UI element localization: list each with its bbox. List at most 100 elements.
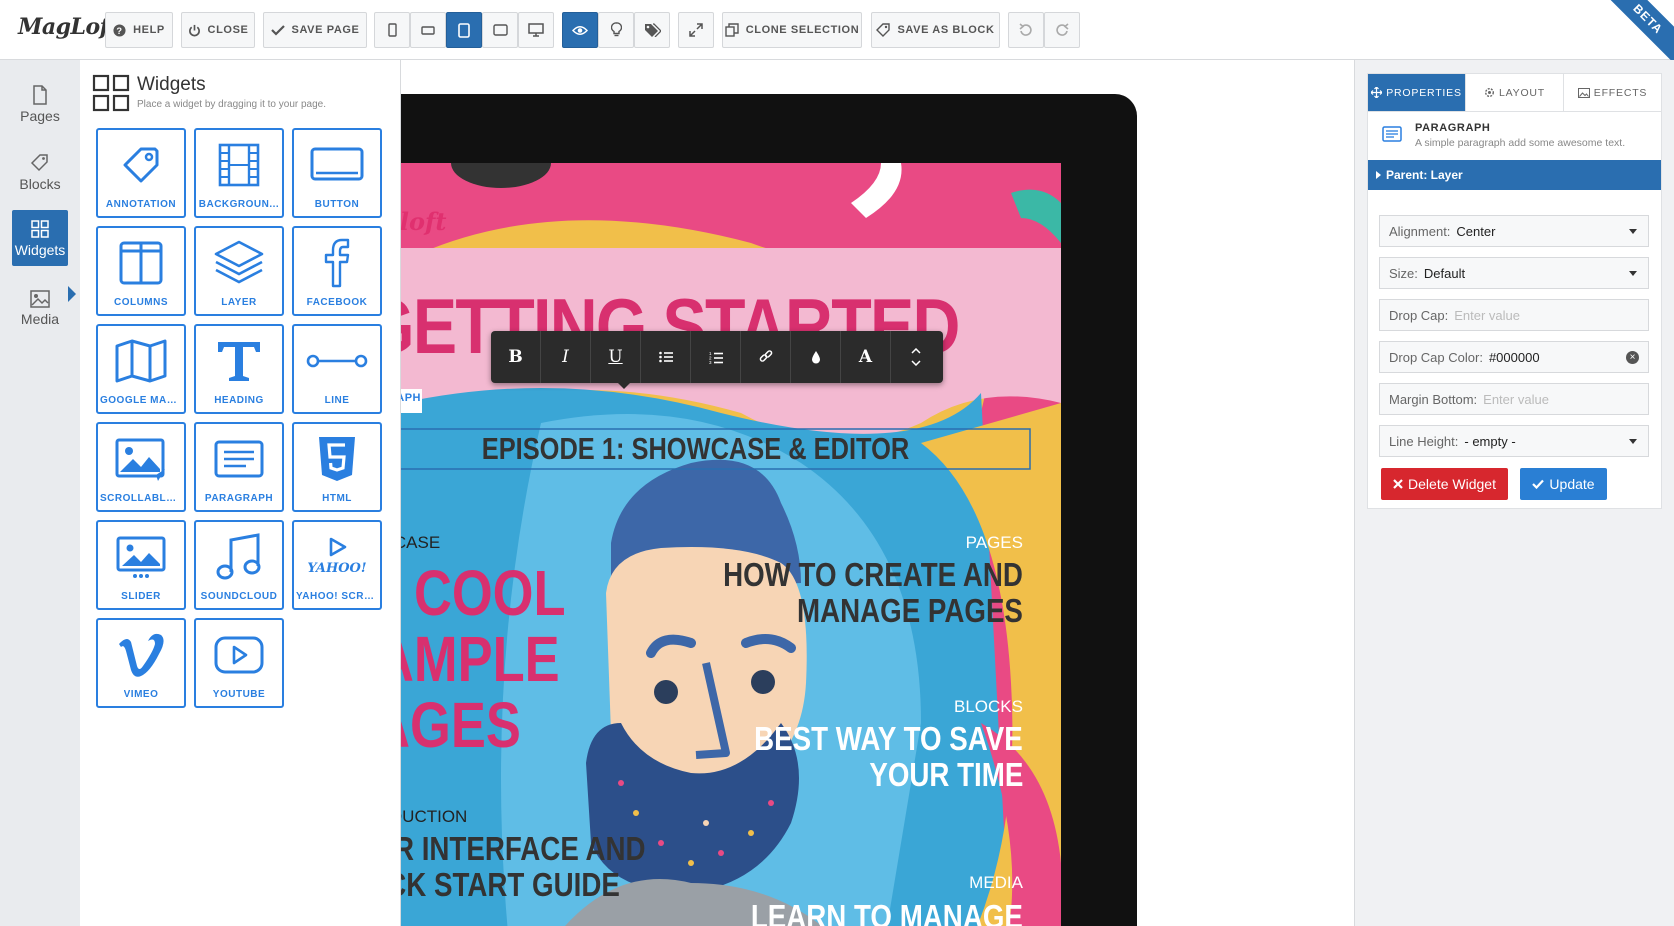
widget-label: SOUNDCLOUD [200,591,278,602]
size-label: Size: [1389,265,1418,281]
size-select[interactable]: Size: Default [1379,257,1649,289]
drop-cap-color-field[interactable]: Drop Cap Color: #000000 × [1379,341,1649,373]
widget-youtube[interactable]: YOUTUBE [194,618,284,708]
clone-selection-button[interactable]: CLONE SELECTION [722,12,862,48]
tab-layout[interactable]: LAYOUT [1466,74,1564,111]
widget-label: BACKGROUN... [198,199,280,210]
widget-soundcloud[interactable]: SOUNDCLOUD [194,520,284,610]
tablet-icon [458,22,470,38]
save-page-button[interactable]: SAVE PAGE [263,12,367,48]
update-button[interactable]: Update [1520,468,1607,500]
page-canvas[interactable]: Magloft GETTING STARTED PARAGRAPH EPISOD… [401,60,1354,926]
widget-scrollable-image[interactable]: SCROLLABLE... [96,422,186,512]
widget-google-map[interactable]: GOOGLE MAP... [96,324,186,414]
device-phone-landscape-button[interactable] [410,12,446,48]
redo-button[interactable] [1044,12,1080,48]
clone-icon [725,23,739,37]
widget-columns[interactable]: COLUMNS [96,226,186,316]
tag-icon [876,23,891,37]
fullscreen-button[interactable] [678,12,714,48]
list-icon [658,351,673,363]
eye-icon [572,25,588,35]
alignment-select[interactable]: Alignment: Center [1379,215,1649,247]
device-desktop-button[interactable] [518,12,554,48]
ordered-list-button[interactable]: 123 [691,331,741,383]
episode-paragraph[interactable]: EPISODE 1: SHOWCASE & EDITOR [421,431,970,467]
nav-widgets[interactable]: Widgets [12,210,68,266]
pages-label: PAGES [965,533,1023,552]
save-page-label: SAVE PAGE [291,24,360,36]
nav-media[interactable]: Media [12,280,68,336]
hints-button[interactable] [598,12,634,48]
widget-label: COLUMNS [113,297,169,308]
desktop-icon [528,23,544,37]
bold-button[interactable]: B [491,331,541,383]
device-tablet-button[interactable] [446,12,482,48]
device-phone-button[interactable] [374,12,410,48]
chevron-down-icon[interactable] [911,360,921,366]
widget-facebook[interactable]: FACEBOOK [292,226,382,316]
text-color-button[interactable] [791,331,841,383]
underline-button[interactable]: U [591,331,641,383]
delete-widget-label: Delete Widget [1408,476,1496,492]
italic-button[interactable]: I [541,331,591,383]
line-height-select[interactable]: Line Height: - empty - [1379,425,1649,457]
margin-bottom-field[interactable]: Margin Bottom: Enter value [1379,383,1649,415]
font-button[interactable]: A [841,331,891,383]
image-icon [30,289,50,308]
properties-card: PROPERTIES LAYOUT EFFECTS PARAGRAPH A si… [1367,73,1662,509]
widget-button[interactable]: BUTTON [292,128,382,218]
tab-effects[interactable]: EFFECTS [1564,74,1661,111]
beta-ribbon: BETA [1604,0,1674,60]
nav-pages[interactable]: Pages [12,76,68,132]
tab-properties[interactable]: PROPERTIES [1368,74,1466,111]
tags-button[interactable] [634,12,670,48]
widget-annotation[interactable]: ANNOTATION [96,128,186,218]
undo-button[interactable] [1008,12,1044,48]
parent-layer-bar[interactable]: Parent: Layer [1368,160,1661,190]
tab-effects-label: EFFECTS [1593,86,1648,99]
tags-icon [644,23,661,37]
link-button[interactable] [741,331,791,383]
widget-line[interactable]: LINE [292,324,382,414]
close-button[interactable]: CLOSE [181,12,255,48]
gear-icon [1484,88,1494,97]
help-button[interactable]: ? HELP [105,12,173,48]
widgets-panel: Widgets Place a widget by dragging it to… [80,60,401,926]
widget-yahoo-screen[interactable]: YAHOO! YAHOO! SCRE... [292,520,382,610]
delete-widget-button[interactable]: Delete Widget [1381,468,1508,500]
line-height-label: Line Height: [1389,433,1459,449]
clear-icon[interactable]: × [1626,351,1639,364]
nav-blocks[interactable]: Blocks [12,144,68,200]
line-icon [306,354,368,367]
widget-layer[interactable]: LAYER [194,226,284,316]
preview-button[interactable] [562,12,598,48]
widget-description: A simple paragraph add some awesome text… [1415,137,1626,149]
chevron-down-icon [1629,271,1637,276]
chevron-down-icon [1629,229,1637,234]
layers-icon [214,240,264,283]
alignment-label: Alignment: [1389,223,1451,239]
widget-info: PARAGRAPH A simple paragraph add some aw… [1368,112,1661,160]
widget-vimeo[interactable]: VIMEO [96,618,186,708]
properties-panel: PROPERTIES LAYOUT EFFECTS PARAGRAPH A si… [1354,60,1674,926]
widget-paragraph[interactable]: PARAGRAPH [194,422,284,512]
device-tablet-landscape-button[interactable] [482,12,518,48]
widget-slider[interactable]: SLIDER [96,520,186,610]
widget-heading[interactable]: HEADING [194,324,284,414]
widget-label: LAYER [221,297,257,308]
check-icon [270,25,285,36]
drop-cap-label: Drop Cap: [1389,307,1449,323]
move-buttons[interactable] [891,331,941,383]
chevron-up-icon[interactable] [911,348,921,354]
chevron-down-icon [1629,439,1637,444]
nav-active-arrow [68,286,76,302]
update-label: Update [1549,476,1595,492]
widget-html[interactable]: HTML [292,422,382,512]
drop-cap-field[interactable]: Drop Cap: Enter value [1379,299,1649,331]
grid-icon [92,74,130,112]
save-as-block-button[interactable]: SAVE AS BLOCK [871,12,1000,48]
music-icon [216,532,261,579]
widget-background[interactable]: BACKGROUN... [194,128,284,218]
bullet-list-button[interactable] [641,331,691,383]
